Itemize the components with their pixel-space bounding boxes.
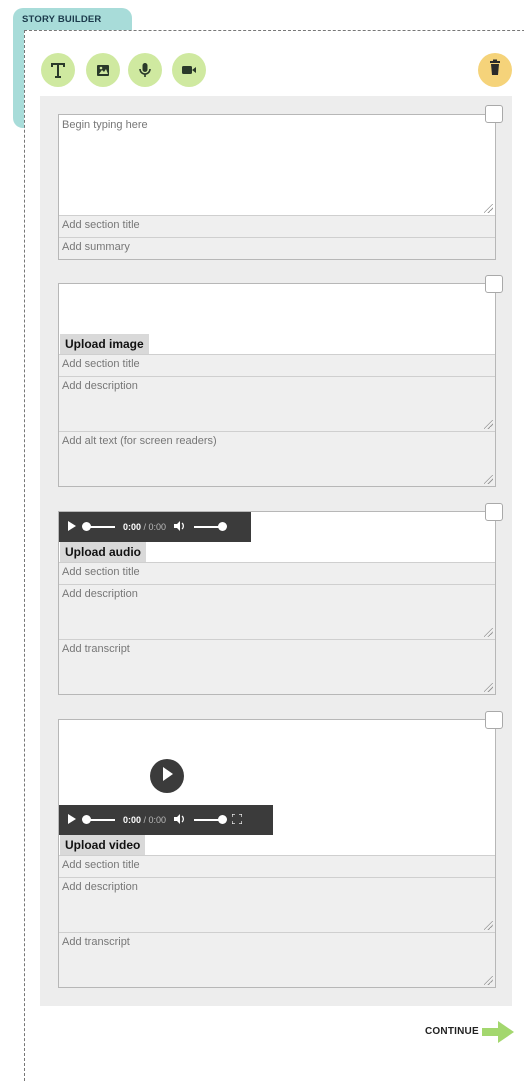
- image-section: Upload image Add section title Add descr…: [58, 283, 496, 487]
- arrow-right-icon[interactable]: [482, 1021, 514, 1048]
- duration: / 0:00: [143, 522, 167, 532]
- section-title-placeholder: Add section title: [62, 859, 140, 871]
- video-preview-area: [59, 720, 495, 805]
- trash-icon: [487, 59, 503, 82]
- play-icon: [161, 766, 173, 786]
- section-title-field[interactable]: Add section title: [59, 215, 495, 237]
- delete-button[interactable]: [478, 53, 512, 87]
- current-time: 0:00: [123, 522, 142, 532]
- image-preview-area: [59, 284, 495, 334]
- resize-grip[interactable]: [484, 475, 493, 484]
- transcript-placeholder: Add transcript: [62, 936, 130, 948]
- video-camera-icon: [180, 61, 198, 79]
- text-body-field[interactable]: Begin typing here: [59, 115, 495, 215]
- image-section-checkbox[interactable]: [485, 275, 503, 293]
- description-placeholder: Add description: [62, 881, 138, 893]
- text-section-checkbox[interactable]: [485, 105, 503, 123]
- alt-text-placeholder: Add alt text (for screen readers): [62, 435, 217, 447]
- progress-bar[interactable]: [82, 815, 115, 824]
- add-image-button[interactable]: [86, 53, 120, 87]
- volume-slider[interactable]: [194, 815, 228, 824]
- section-title-field[interactable]: Add section title: [59, 354, 495, 376]
- resize-grip[interactable]: [484, 628, 493, 637]
- transcript-field[interactable]: Add transcript: [59, 932, 495, 987]
- resize-grip[interactable]: [484, 976, 493, 985]
- alt-text-field[interactable]: Add alt text (for screen readers): [59, 431, 495, 486]
- volume-slider[interactable]: [194, 522, 228, 531]
- section-title-placeholder: Add section title: [62, 566, 140, 578]
- section-title-placeholder: Add section title: [62, 219, 140, 231]
- description-field[interactable]: Add description: [59, 584, 495, 639]
- volume-icon[interactable]: [174, 521, 186, 533]
- resize-grip[interactable]: [484, 921, 493, 930]
- volume-icon[interactable]: [174, 814, 186, 826]
- video-player-controls: 0:00 / 0:00: [59, 805, 273, 835]
- play-icon[interactable]: [67, 814, 77, 826]
- image-icon: [94, 61, 112, 79]
- resize-grip[interactable]: [484, 683, 493, 692]
- upload-video-button[interactable]: Upload video: [60, 835, 146, 855]
- resize-grip[interactable]: [484, 420, 493, 429]
- transcript-placeholder: Add transcript: [62, 643, 130, 655]
- description-field[interactable]: Add description: [59, 376, 495, 431]
- current-time: 0:00: [123, 815, 142, 825]
- upload-image-button[interactable]: Upload image: [60, 334, 149, 354]
- section-title-placeholder: Add section title: [62, 358, 140, 370]
- audio-section: 0:00 / 0:00 Upload audio Add section tit…: [58, 511, 496, 695]
- video-section-checkbox[interactable]: [485, 711, 503, 729]
- audio-player: 0:00 / 0:00: [59, 512, 251, 542]
- summary-field[interactable]: Add summary: [59, 237, 495, 259]
- video-play-button[interactable]: [150, 759, 184, 793]
- description-placeholder: Add description: [62, 380, 138, 392]
- microphone-icon: [136, 61, 154, 79]
- audio-section-checkbox[interactable]: [485, 503, 503, 521]
- section-title-field[interactable]: Add section title: [59, 855, 495, 877]
- fullscreen-icon[interactable]: [231, 813, 243, 826]
- section-title-field[interactable]: Add section title: [59, 562, 495, 584]
- play-icon[interactable]: [67, 521, 77, 533]
- resize-grip[interactable]: [484, 204, 493, 213]
- add-text-button[interactable]: [41, 53, 75, 87]
- transcript-field[interactable]: Add transcript: [59, 639, 495, 694]
- text-body-placeholder: Begin typing here: [62, 119, 148, 131]
- description-field[interactable]: Add description: [59, 877, 495, 932]
- summary-placeholder: Add summary: [62, 241, 130, 253]
- add-video-button[interactable]: [172, 53, 206, 87]
- progress-bar[interactable]: [82, 522, 115, 531]
- upload-audio-button[interactable]: Upload audio: [60, 542, 146, 562]
- description-placeholder: Add description: [62, 588, 138, 600]
- video-section: 0:00 / 0:00 Upload video Add section tit…: [58, 719, 496, 988]
- text-section: Begin typing here Add section title Add …: [58, 114, 496, 260]
- story-builder-title: STORY BUILDER: [22, 14, 102, 25]
- text-icon: [49, 61, 67, 79]
- duration: / 0:00: [143, 815, 167, 825]
- add-audio-button[interactable]: [128, 53, 162, 87]
- continue-button[interactable]: CONTINUE: [425, 1026, 479, 1037]
